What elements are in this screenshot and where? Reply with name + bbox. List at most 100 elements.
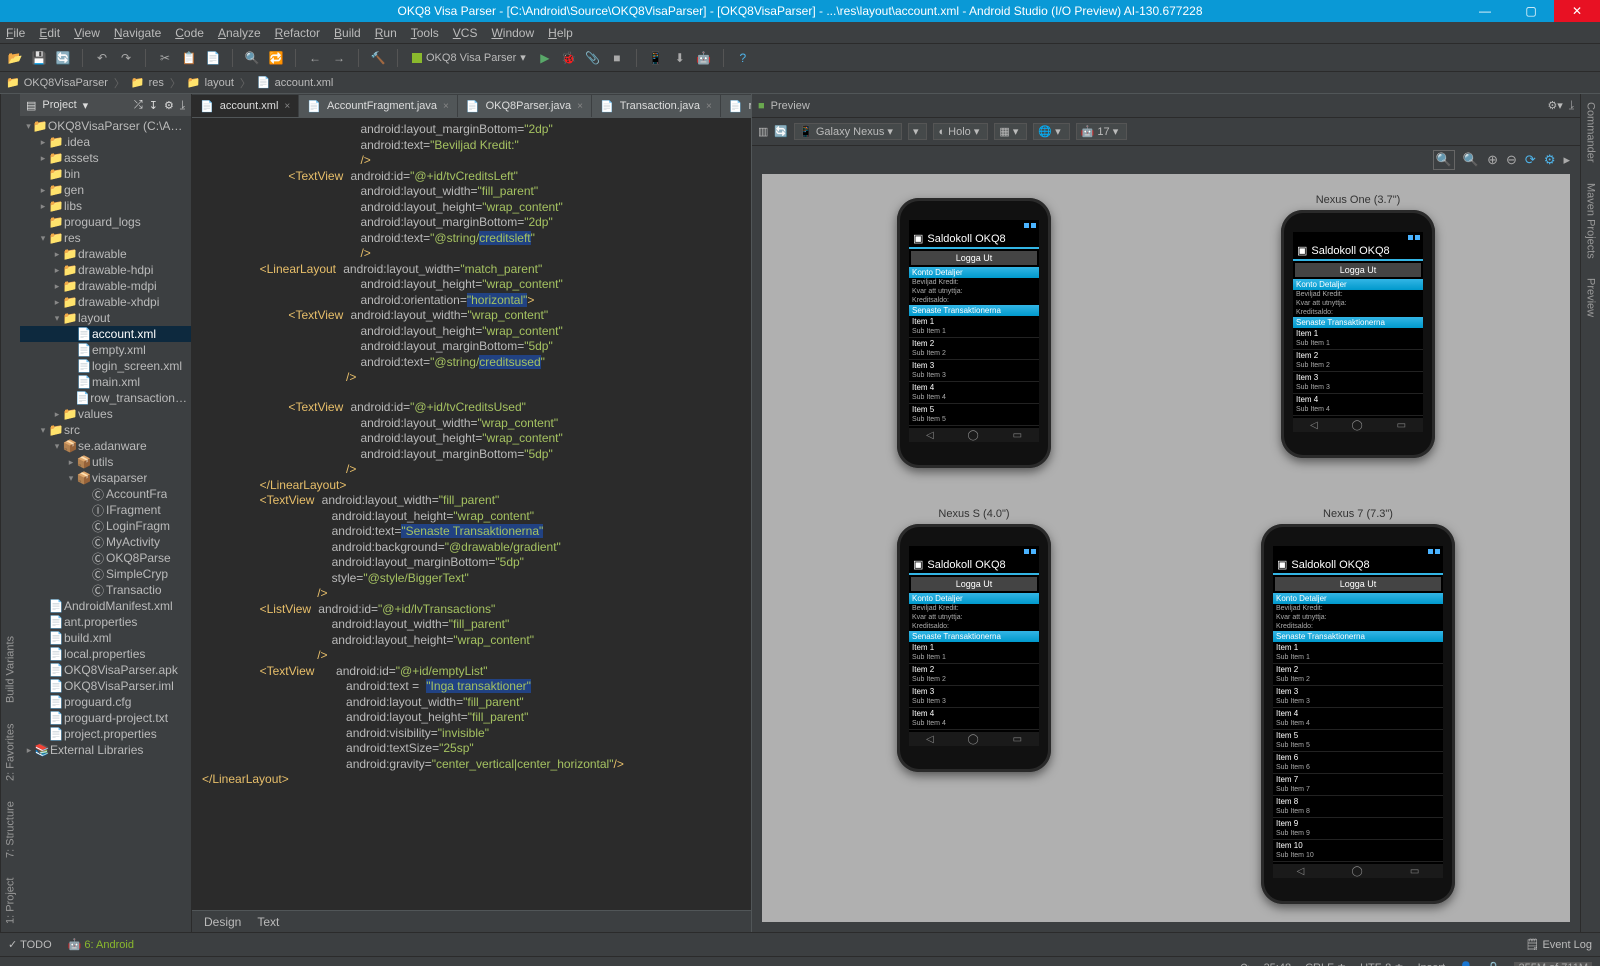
tree-node[interactable]: ⒸSimpleCryp (20, 566, 191, 582)
tree-node[interactable]: 📄OKQ8VisaParser.apk (20, 662, 191, 678)
gear-icon[interactable]: ⚙▾ (1547, 99, 1562, 112)
editor-tab[interactable]: 📄row_transaction.xm× (721, 95, 751, 117)
tree-arrow-icon[interactable]: ▸ (52, 249, 62, 260)
tree-node[interactable]: ▸📁drawable-mdpi (20, 278, 191, 294)
stop-icon[interactable]: ■ (608, 49, 626, 67)
tree-arrow-icon[interactable]: ▾ (66, 473, 76, 484)
tree-node[interactable]: 📄login_screen.xml (20, 358, 191, 374)
run-config-selector[interactable]: OKQ8 Visa Parser ▾ (408, 48, 530, 68)
tree-node[interactable]: 📄proguard.cfg (20, 694, 191, 710)
text-tab[interactable]: Text (257, 915, 279, 929)
zoom-fit-icon[interactable]: 🔍 (1433, 150, 1455, 170)
file-encoding[interactable]: UTF-8 ≑ (1360, 961, 1403, 966)
gutter-tab[interactable]: 2: Favorites (5, 723, 17, 780)
tree-node[interactable]: ⒸMyActivity (20, 534, 191, 550)
menu-run[interactable]: Run (375, 26, 397, 40)
hide-icon[interactable]: ⥕ (180, 99, 185, 112)
tree-arrow-icon[interactable]: ▾ (52, 313, 62, 324)
nav-recent-icon[interactable]: ▭ (1013, 734, 1022, 745)
menu-view[interactable]: View (74, 26, 100, 40)
logout-button[interactable]: Logga Ut (1295, 263, 1421, 277)
breadcrumb-item[interactable]: 📁 layout (187, 76, 234, 89)
copy-icon[interactable]: 📋 (180, 49, 198, 67)
project-combo-icon[interactable]: ▤ (26, 99, 36, 112)
tree-node[interactable]: 📄local.properties (20, 646, 191, 662)
locale-selector[interactable]: 🌐 ▾ (1033, 123, 1069, 140)
zoom-actual-icon[interactable]: 🔍 (1463, 152, 1479, 168)
breadcrumb-item[interactable]: 📁 res (131, 76, 164, 89)
collapse-icon[interactable]: ↧ (149, 99, 158, 112)
tree-node[interactable]: ▾📁layout (20, 310, 191, 326)
gutter-tab[interactable]: Build Variants (5, 636, 17, 703)
project-tree[interactable]: ▾📁OKQ8VisaParser (C:\Android▸📁.idea▸📁ass… (20, 116, 191, 932)
tree-node[interactable]: ⒾIFragment (20, 502, 191, 518)
toggle-icon[interactable]: ▸ (1563, 152, 1570, 168)
tree-arrow-icon[interactable]: ▸ (52, 297, 62, 308)
nav-home-icon[interactable]: ◯ (968, 734, 979, 745)
tree-arrow-icon[interactable]: ▾ (38, 233, 48, 244)
paste-icon[interactable]: 📄 (204, 49, 222, 67)
tree-node[interactable]: ▸📁assets (20, 150, 191, 166)
menu-window[interactable]: Window (491, 26, 534, 40)
tree-node[interactable]: ⒸAccountFra (20, 486, 191, 502)
gutter-tab[interactable]: 7: Structure (5, 801, 17, 858)
editor-tab[interactable]: 📄AccountFragment.java× (299, 95, 458, 117)
tree-arrow-icon[interactable]: ▸ (66, 457, 76, 468)
tree-node[interactable]: 📄build.xml (20, 630, 191, 646)
orientation-icon[interactable]: 🔄 (774, 125, 788, 138)
sdk-icon[interactable]: ⬇ (671, 49, 689, 67)
nav-home-icon[interactable]: ◯ (1352, 420, 1363, 431)
back-icon[interactable]: ← (306, 49, 324, 67)
todo-tab[interactable]: ✓ TODO (8, 938, 52, 951)
tree-arrow-icon[interactable]: ▸ (38, 137, 48, 148)
tree-node[interactable]: 📄row_transaction.xm (20, 390, 191, 406)
gutter-tab[interactable]: Maven Projects (1585, 183, 1597, 259)
close-button[interactable]: ✕ (1554, 0, 1600, 22)
cut-icon[interactable]: ✂ (156, 49, 174, 67)
menu-help[interactable]: Help (548, 26, 573, 40)
close-tab-icon[interactable]: × (443, 101, 449, 112)
tree-node[interactable]: ▸📚External Libraries (20, 742, 191, 758)
api-selector[interactable]: 🤖 17 ▾ (1076, 123, 1128, 140)
help-icon[interactable]: ? (734, 49, 752, 67)
avd-icon[interactable]: 📱 (647, 49, 665, 67)
config-selector[interactable]: ▾ (908, 123, 928, 140)
menu-file[interactable]: File (6, 26, 25, 40)
tree-node[interactable]: 📄ant.properties (20, 614, 191, 630)
tree-arrow-icon[interactable]: ▸ (52, 409, 62, 420)
tree-arrow-icon[interactable]: ▸ (38, 185, 48, 196)
zoom-in-icon[interactable]: ⊕ (1487, 152, 1498, 168)
code-editor[interactable]: android:layout_marginBottom="2dp" androi… (192, 118, 751, 910)
hector-icon[interactable]: 👤 (1459, 961, 1473, 966)
build-icon[interactable]: 🔨 (369, 49, 387, 67)
tree-node[interactable]: 📄empty.xml (20, 342, 191, 358)
tree-node[interactable]: 📄account.xml (20, 326, 191, 342)
attach-icon[interactable]: 📎 (584, 49, 602, 67)
refresh-icon[interactable]: ⟳ (1525, 152, 1536, 168)
tree-node[interactable]: ▸📁gen (20, 182, 191, 198)
breadcrumb-item[interactable]: 📁 OKQ8VisaParser (6, 76, 108, 89)
tree-node[interactable]: ▸📁libs (20, 198, 191, 214)
logout-button[interactable]: Logga Ut (911, 251, 1037, 265)
tree-node[interactable]: ⒸLoginFragm (20, 518, 191, 534)
run-icon[interactable]: ▶ (536, 49, 554, 67)
render-icon[interactable]: ▥ (758, 125, 768, 138)
open-icon[interactable]: 📂 (6, 49, 24, 67)
event-log-tab[interactable]: 🗒 Event Log (1525, 938, 1592, 951)
tree-node[interactable]: ▸📁drawable-hdpi (20, 262, 191, 278)
tree-node[interactable]: ⒸOKQ8Parse (20, 550, 191, 566)
tree-node[interactable]: 📄OKQ8VisaParser.iml (20, 678, 191, 694)
tree-node[interactable]: ▾📁res (20, 230, 191, 246)
tree-node[interactable]: ▾📁src (20, 422, 191, 438)
nav-back-icon[interactable]: ◁ (1297, 866, 1305, 877)
nav-back-icon[interactable]: ◁ (926, 430, 934, 441)
tree-node[interactable]: 📄main.xml (20, 374, 191, 390)
redo-icon[interactable]: ↷ (117, 49, 135, 67)
tree-arrow-icon[interactable]: ▸ (24, 745, 34, 756)
activity-selector[interactable]: ▦ ▾ (994, 123, 1027, 140)
save-icon[interactable]: 💾 (30, 49, 48, 67)
gutter-tab[interactable]: Preview (1585, 278, 1597, 317)
memory-indicator[interactable]: 255M of 711M (1514, 962, 1592, 966)
nav-back-icon[interactable]: ◁ (926, 734, 934, 745)
ddms-icon[interactable]: 🤖 (695, 49, 713, 67)
